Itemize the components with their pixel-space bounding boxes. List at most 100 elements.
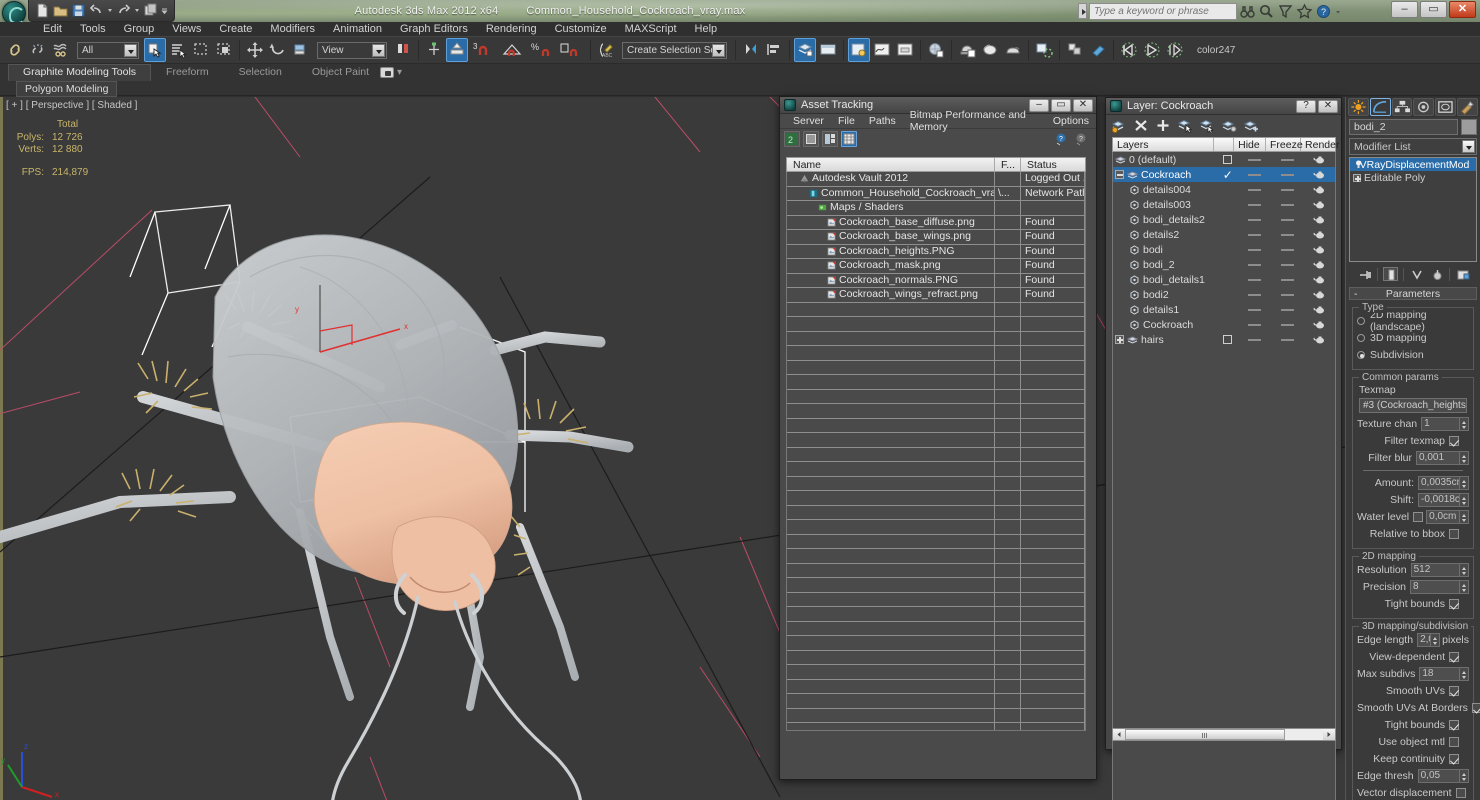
thumbnail-view-icon[interactable]: [822, 131, 838, 147]
select-by-name-icon[interactable]: [167, 38, 189, 62]
asset-row[interactable]: Cockroach_heights.PNG Found: [787, 244, 1085, 259]
ribbon-display-icon[interactable]: [380, 67, 394, 78]
layer-expander-icon[interactable]: [1115, 170, 1124, 179]
layer-freeze-cell[interactable]: [1271, 188, 1303, 191]
layer-freeze-cell[interactable]: [1271, 338, 1304, 341]
layer-window-title-bar[interactable]: Layer: Cockroach ? ✕: [1106, 98, 1341, 115]
layer-row[interactable]: hairs: [1113, 332, 1335, 347]
rollout-collapse-icon[interactable]: -: [1354, 288, 1358, 300]
object-name-field[interactable]: bodi_2: [1349, 119, 1458, 135]
layer-render-cell[interactable]: [1303, 275, 1335, 284]
application-menu-icon[interactable]: [2, 1, 26, 22]
column-header-name[interactable]: Name: [787, 158, 995, 171]
asset-row-empty[interactable]: [787, 723, 1085, 730]
layer-hide-cell[interactable]: [1239, 323, 1271, 326]
layer-render-cell[interactable]: [1303, 185, 1335, 194]
asset-row-empty[interactable]: [787, 694, 1085, 709]
set-current-layer-icon[interactable]: [1243, 118, 1259, 133]
layer-hide-cell[interactable]: [1239, 218, 1271, 221]
select-move-icon[interactable]: [244, 38, 266, 62]
menu-item-edit[interactable]: Edit: [34, 22, 71, 36]
layer-hide-cell[interactable]: [1238, 158, 1271, 161]
stack-expander-icon[interactable]: [1353, 173, 1361, 182]
asset-menu-server[interactable]: Server: [786, 115, 831, 127]
layer-row[interactable]: bodi_2: [1113, 257, 1335, 272]
max-subdivs-spinner[interactable]: [1460, 667, 1469, 681]
help-icon[interactable]: ?: [1054, 132, 1068, 146]
delete-layer-icon[interactable]: [1133, 118, 1149, 133]
water-level-spinner[interactable]: [1460, 510, 1469, 524]
layer-freeze-cell[interactable]: [1271, 203, 1303, 206]
menu-item-rendering[interactable]: Rendering: [477, 22, 546, 36]
shift-spinner[interactable]: [1460, 493, 1469, 507]
new-layer-icon[interactable]: [1111, 118, 1127, 133]
rendered-frame-window-icon[interactable]: [979, 38, 1001, 62]
asset-row-empty[interactable]: [787, 520, 1085, 535]
layer-row[interactable]: details004: [1113, 182, 1335, 197]
precision-field[interactable]: 8: [1410, 580, 1460, 594]
render-setup-icon[interactable]: [956, 38, 978, 62]
asset-row-empty[interactable]: [787, 708, 1085, 723]
new-icon[interactable]: [35, 3, 50, 18]
layer-row[interactable]: bodi_details1: [1113, 272, 1335, 287]
select-objects-in-layer-icon[interactable]: [1177, 118, 1193, 133]
layer-render-cell[interactable]: [1303, 260, 1335, 269]
menu-item-tools[interactable]: Tools: [71, 22, 115, 36]
chevron-down-icon[interactable]: [712, 43, 725, 57]
asset-row-empty[interactable]: [787, 404, 1085, 419]
texture-chan-field[interactable]: 1: [1421, 417, 1460, 431]
layer-hide-cell[interactable]: [1239, 263, 1271, 266]
display-tab[interactable]: [1435, 98, 1457, 116]
viewport-label[interactable]: [ + ] [ Perspective ] [ Shaded ]: [6, 100, 137, 111]
undo-icon[interactable]: [89, 3, 104, 18]
amount-spinner[interactable]: [1460, 476, 1469, 490]
layer-row[interactable]: details003: [1113, 197, 1335, 212]
layer-current-cell[interactable]: ✓: [1218, 169, 1239, 181]
asset-row-empty[interactable]: [787, 346, 1085, 361]
layer-freeze-cell[interactable]: [1271, 293, 1303, 296]
asset-tracking-window[interactable]: Asset Tracking – ▭ ✕ Server File Paths Bitm…: [779, 96, 1097, 780]
modifier-stack-item[interactable]: Editable Poly: [1350, 171, 1476, 184]
amount-field[interactable]: 0,0035cm: [1418, 476, 1460, 490]
redo-chevron-icon[interactable]: [134, 3, 140, 18]
undo-chevron-icon[interactable]: [107, 3, 113, 18]
asset-row-empty[interactable]: [787, 433, 1085, 448]
edge-thresh-spinner[interactable]: [1460, 769, 1469, 783]
max-subdivs-field[interactable]: 18: [1419, 667, 1460, 681]
binoculars-icon[interactable]: [1239, 3, 1256, 20]
layer-freeze-cell[interactable]: [1271, 173, 1304, 176]
utilities-tab[interactable]: [1457, 98, 1478, 116]
chevron-down-icon[interactable]: [124, 43, 137, 57]
hierarchy-tab[interactable]: [1391, 98, 1413, 116]
maximize-button[interactable]: ▭: [1420, 1, 1447, 18]
hide-layer-icon[interactable]: [1221, 118, 1237, 133]
layer-freeze-cell[interactable]: [1271, 218, 1303, 221]
asset-row[interactable]: Maps / Shaders: [787, 201, 1085, 216]
asset-row-empty[interactable]: [787, 650, 1085, 665]
layer-current-cell[interactable]: [1218, 335, 1239, 344]
layer-hide-cell[interactable]: [1239, 278, 1271, 281]
layer-row[interactable]: Cockroach: [1113, 317, 1335, 332]
asset-row[interactable]: Cockroach_mask.png Found: [787, 259, 1085, 274]
layer-hide-cell[interactable]: [1239, 203, 1271, 206]
highlight-selected-icon[interactable]: [1199, 118, 1215, 134]
ribbon-subtab-polygon-modeling[interactable]: Polygon Modeling: [16, 81, 118, 97]
grid-view-icon[interactable]: [841, 131, 857, 147]
water-level-checkbox[interactable]: [1413, 512, 1424, 522]
menu-item-views[interactable]: Views: [163, 22, 210, 36]
named-selection-set-combo[interactable]: Create Selection Se: [622, 41, 727, 59]
layer-row[interactable]: details2: [1113, 227, 1335, 242]
unlink-icon[interactable]: [27, 38, 49, 62]
use-pivot-center-icon[interactable]: [392, 38, 414, 62]
layer-close-button[interactable]: ✕: [1318, 99, 1338, 113]
layer-checkbox[interactable]: [1223, 155, 1233, 164]
relative-to-bbox-checkbox[interactable]: [1449, 529, 1459, 539]
help-icon[interactable]: ?: [1315, 3, 1332, 20]
smooth-uvs-borders-checkbox[interactable]: [1471, 703, 1480, 713]
asset-row-empty[interactable]: [787, 375, 1085, 390]
layer-freeze-cell[interactable]: [1271, 278, 1303, 281]
edit-named-selection-icon[interactable]: ABC: [595, 38, 617, 62]
asset-menu-options[interactable]: Options: [1046, 115, 1096, 127]
redo-icon[interactable]: [116, 3, 131, 18]
modify-tab[interactable]: [1369, 98, 1391, 116]
